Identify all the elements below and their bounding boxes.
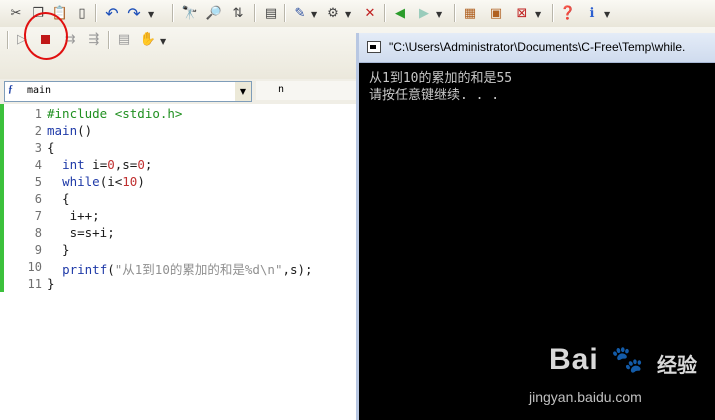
project-icon[interactable]: ▦ <box>460 3 480 23</box>
close-icon[interactable]: ⊠ <box>512 3 532 23</box>
build-icon[interactable]: ⚙ <box>323 3 343 23</box>
line-number: 8 <box>34 226 42 240</box>
goto-icon[interactable]: ▤ <box>261 3 281 23</box>
export-icon[interactable]: ▣ <box>486 3 506 23</box>
code-line[interactable]: s=s+i; <box>47 225 115 240</box>
code-token: "从1到10的累加的和是%d\n" <box>114 262 283 277</box>
line-number: 10 <box>27 260 42 274</box>
code-line[interactable]: #include <stdio.h> <box>47 106 182 121</box>
line-number: 11 <box>27 277 42 291</box>
code-token: } <box>47 276 55 291</box>
step-over-icon[interactable]: ⇶ <box>84 29 104 49</box>
line-number: 4 <box>34 158 42 172</box>
redo-icon[interactable]: ↷ <box>124 3 144 23</box>
code-token: main <box>47 123 78 138</box>
chevron-down-icon[interactable]: ▼ <box>235 82 251 101</box>
code-line[interactable]: int i=0,s=0; <box>47 157 152 172</box>
paw-icon: 🐾 <box>611 345 644 375</box>
function-icon: ƒ <box>8 84 13 95</box>
code-line[interactable]: main() <box>47 123 92 138</box>
code-token: } <box>47 242 70 257</box>
code-token: 0 <box>107 157 115 172</box>
code-token: while <box>62 174 100 189</box>
console-output-line: 请按任意键继续. . . <box>369 88 500 103</box>
compile-icon[interactable]: ✎ <box>290 3 310 23</box>
code-token: ,s= <box>114 157 138 172</box>
close-dropdown-icon[interactable]: ▼ <box>535 10 541 19</box>
code-token: 10 <box>122 174 138 189</box>
line-number: 5 <box>34 175 42 189</box>
console-app-icon <box>367 41 381 53</box>
help-icon[interactable]: ❓ <box>558 3 578 23</box>
debug-icon[interactable]: ✕ <box>360 3 380 23</box>
main-toolbar: ✂ ❐ 📋 ▯ ↶ ↷ ▼ 🔭 🔎 ⇅ ▤ ✎ ▼ ⚙ ▼ ✕ ◀ ▶ ▼ ▦ … <box>0 0 715 28</box>
function-select[interactable]: ƒ main ▼ <box>4 81 252 102</box>
line-number: 2 <box>34 124 42 138</box>
code-token: { <box>47 191 70 206</box>
info-dropdown-icon[interactable]: ▼ <box>604 10 610 19</box>
baidu-jingyan-watermark: Bai 🐾 经验 jingyan.baidu.com <box>529 343 699 413</box>
forward-icon[interactable]: ▶ <box>414 3 434 23</box>
function-select-value: main <box>27 85 52 96</box>
run-dropdown-icon[interactable]: ▼ <box>160 37 166 46</box>
breakpoint-icon[interactable]: ▤ <box>114 29 134 49</box>
code-line[interactable]: { <box>47 140 55 155</box>
info-icon[interactable]: ℹ <box>582 3 602 23</box>
line-number: 9 <box>34 243 42 257</box>
code-token: printf <box>62 262 108 277</box>
back-icon[interactable]: ◀ <box>390 3 410 23</box>
hand-icon[interactable]: ✋ <box>138 29 158 49</box>
console-titlebar[interactable]: "C:\Users\Administrator\Documents\C-Free… <box>359 33 715 63</box>
build-dropdown-icon[interactable]: ▼ <box>345 10 351 19</box>
line-number: 1 <box>34 107 42 121</box>
watermark-url: jingyan.baidu.com <box>529 389 642 405</box>
code-line[interactable]: while(i<10) <box>47 174 145 189</box>
code-token: ) <box>137 174 145 189</box>
forward-dropdown-icon[interactable]: ▼ <box>436 10 442 19</box>
replace-icon[interactable]: ⇅ <box>228 3 248 23</box>
console-title: "C:\Users\Administrator\Documents\C-Free… <box>389 40 686 54</box>
code-line[interactable]: printf("从1到10的累加的和是%d\n",s); <box>47 259 313 278</box>
watermark-brand: Bai <box>549 343 599 376</box>
watermark-brand-suffix: 经验 <box>657 353 697 377</box>
line-number: 3 <box>34 141 42 155</box>
code-token: ,s); <box>282 262 313 277</box>
compile-dropdown-icon[interactable]: ▼ <box>311 10 317 19</box>
code-token: int <box>62 157 85 172</box>
code-token: #include <stdio.h> <box>47 106 183 121</box>
code-line[interactable]: } <box>47 276 55 291</box>
line-number: 6 <box>34 192 42 206</box>
find-icon[interactable]: 🔭 <box>180 3 200 23</box>
code-token: i= <box>84 157 108 172</box>
code-token: ; <box>144 157 153 172</box>
code-token: i++; <box>47 208 100 223</box>
param-select-value: n <box>278 84 285 95</box>
code-token: (i< <box>99 174 123 189</box>
find-next-icon[interactable]: 🔎 <box>204 3 224 23</box>
code-line[interactable]: { <box>47 191 70 206</box>
code-token: ( <box>107 262 115 277</box>
function-bar: ƒ main ▼ n <box>0 79 360 104</box>
code-line[interactable]: i++; <box>47 208 100 223</box>
code-editor[interactable]: 1 #include <stdio.h> 2 main() 3{4 int i=0,s=… <box>0 104 360 420</box>
undo-icon[interactable]: ↶ <box>102 3 122 23</box>
cut-icon[interactable]: ✂ <box>6 3 26 23</box>
code-line[interactable]: } <box>47 242 70 257</box>
line-number: 7 <box>34 209 42 223</box>
redo-dropdown-icon[interactable]: ▼ <box>148 10 154 19</box>
blank-doc-icon[interactable]: ▯ <box>72 3 92 23</box>
param-select[interactable]: n <box>256 81 356 100</box>
code-token: 0 <box>137 157 145 172</box>
code-token: s=s+i; <box>47 225 115 240</box>
code-token: () <box>77 123 93 138</box>
code-token: { <box>47 140 55 155</box>
